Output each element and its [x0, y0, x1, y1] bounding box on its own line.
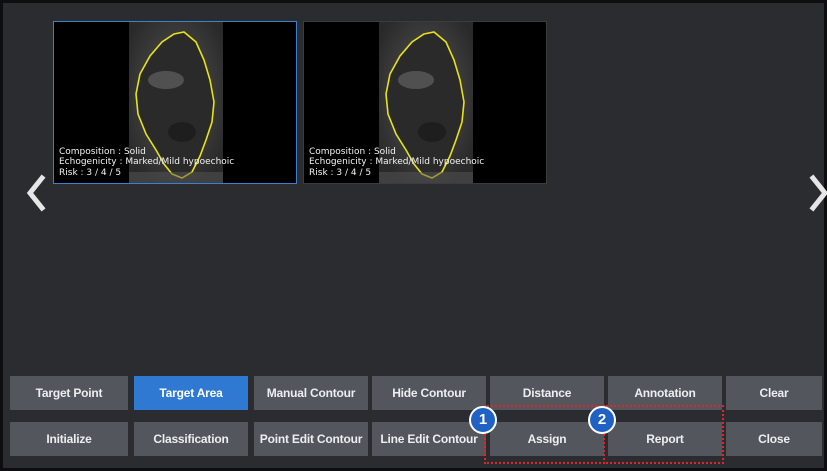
report-button[interactable]: Report [608, 422, 722, 456]
distance-button[interactable]: Distance [490, 376, 604, 410]
next-button[interactable] [808, 171, 827, 215]
app-window: Composition : Solid Echogenicity : Marke… [0, 0, 827, 471]
finding-overlay: Composition : Solid Echogenicity : Marke… [309, 147, 484, 179]
prev-button[interactable] [25, 171, 47, 215]
risk-text: Risk : 3 / 4 / 5 [309, 167, 372, 178]
point-edit-contour-button[interactable]: Point Edit Contour [254, 422, 368, 456]
hide-contour-button[interactable]: Hide Contour [372, 376, 486, 410]
echogenicity-text: Echogenicity : Marked/Mild hypoechoic [309, 157, 485, 167]
annotation-button[interactable]: Annotation [608, 376, 722, 410]
clear-button[interactable]: Clear [726, 376, 822, 410]
close-button[interactable]: Close [726, 422, 822, 456]
manual-contour-button[interactable]: Manual Contour [254, 376, 368, 410]
target-area-button[interactable]: Target Area [134, 376, 248, 410]
callout-badge-1: 1 [469, 406, 497, 434]
risk-text: Risk : 3 / 4 / 5 [59, 167, 122, 178]
target-point-button[interactable]: Target Point [10, 376, 128, 410]
initialize-button[interactable]: Initialize [10, 422, 128, 456]
echogenicity-text: Echogenicity : Marked/Mild hypoechoic [59, 157, 235, 167]
chevron-left-icon [26, 174, 46, 212]
callout-badge-2: 2 [588, 406, 616, 434]
classification-button[interactable]: Classification [134, 422, 248, 456]
chevron-right-icon [809, 174, 827, 212]
assign-button[interactable]: Assign [490, 422, 604, 456]
composition-text: Composition : Solid [59, 146, 146, 157]
finding-overlay: Composition : Solid Echogenicity : Marke… [59, 147, 234, 179]
ultrasound-thumbnail-2[interactable]: Composition : Solid Echogenicity : Marke… [303, 21, 547, 184]
composition-text: Composition : Solid [309, 146, 396, 157]
line-edit-contour-button[interactable]: Line Edit Contour [372, 422, 486, 456]
ultrasound-thumbnail-1[interactable]: Composition : Solid Echogenicity : Marke… [53, 21, 297, 184]
